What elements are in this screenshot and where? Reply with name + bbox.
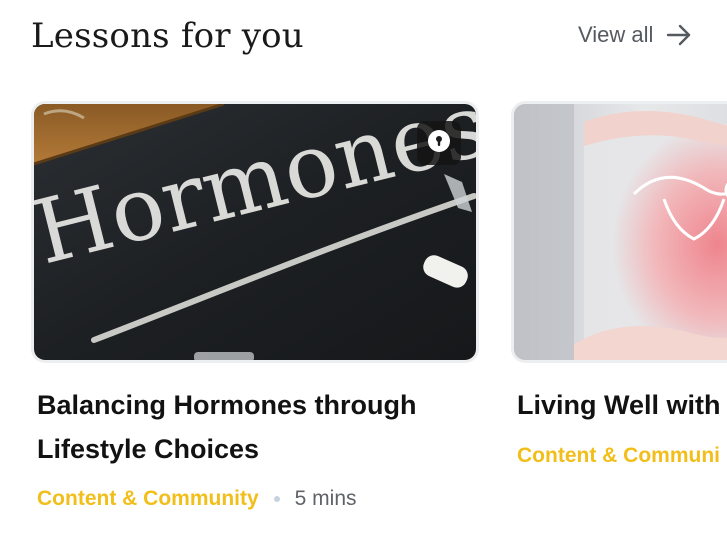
lesson-thumbnail: Hormones <box>34 104 476 360</box>
lesson-title: Living Well with <box>517 383 721 427</box>
section-title: Lessons for you <box>31 16 304 56</box>
lesson-title-line-1: Living Well with <box>517 390 721 420</box>
chalkboard-image: Hormones <box>34 104 476 360</box>
lesson-category: Content & Community <box>37 487 259 510</box>
lock-badge <box>417 121 461 165</box>
lesson-duration: 5 mins <box>294 487 357 510</box>
lesson-title: Balancing Hormones through Lifestyle Cho… <box>37 383 417 471</box>
lesson-category: Content & Communi <box>517 444 720 467</box>
view-all-label: View all <box>578 22 654 47</box>
lesson-meta: Content & Community 5 mins <box>37 487 357 511</box>
uterus-illustration-image <box>514 104 727 360</box>
arrow-right-icon <box>666 22 692 48</box>
lesson-title-line-2: Lifestyle Choices <box>37 434 260 464</box>
view-all-link[interactable]: View all <box>578 22 692 48</box>
lesson-title-line-1: Balancing Hormones through <box>37 390 417 420</box>
lock-icon <box>427 129 451 158</box>
separator-dot <box>273 496 280 502</box>
lesson-thumbnail <box>514 104 727 360</box>
lesson-meta: Content & Communi <box>517 444 720 468</box>
lessons-section: Lessons for you View all Hormones Balanc… <box>0 0 727 546</box>
